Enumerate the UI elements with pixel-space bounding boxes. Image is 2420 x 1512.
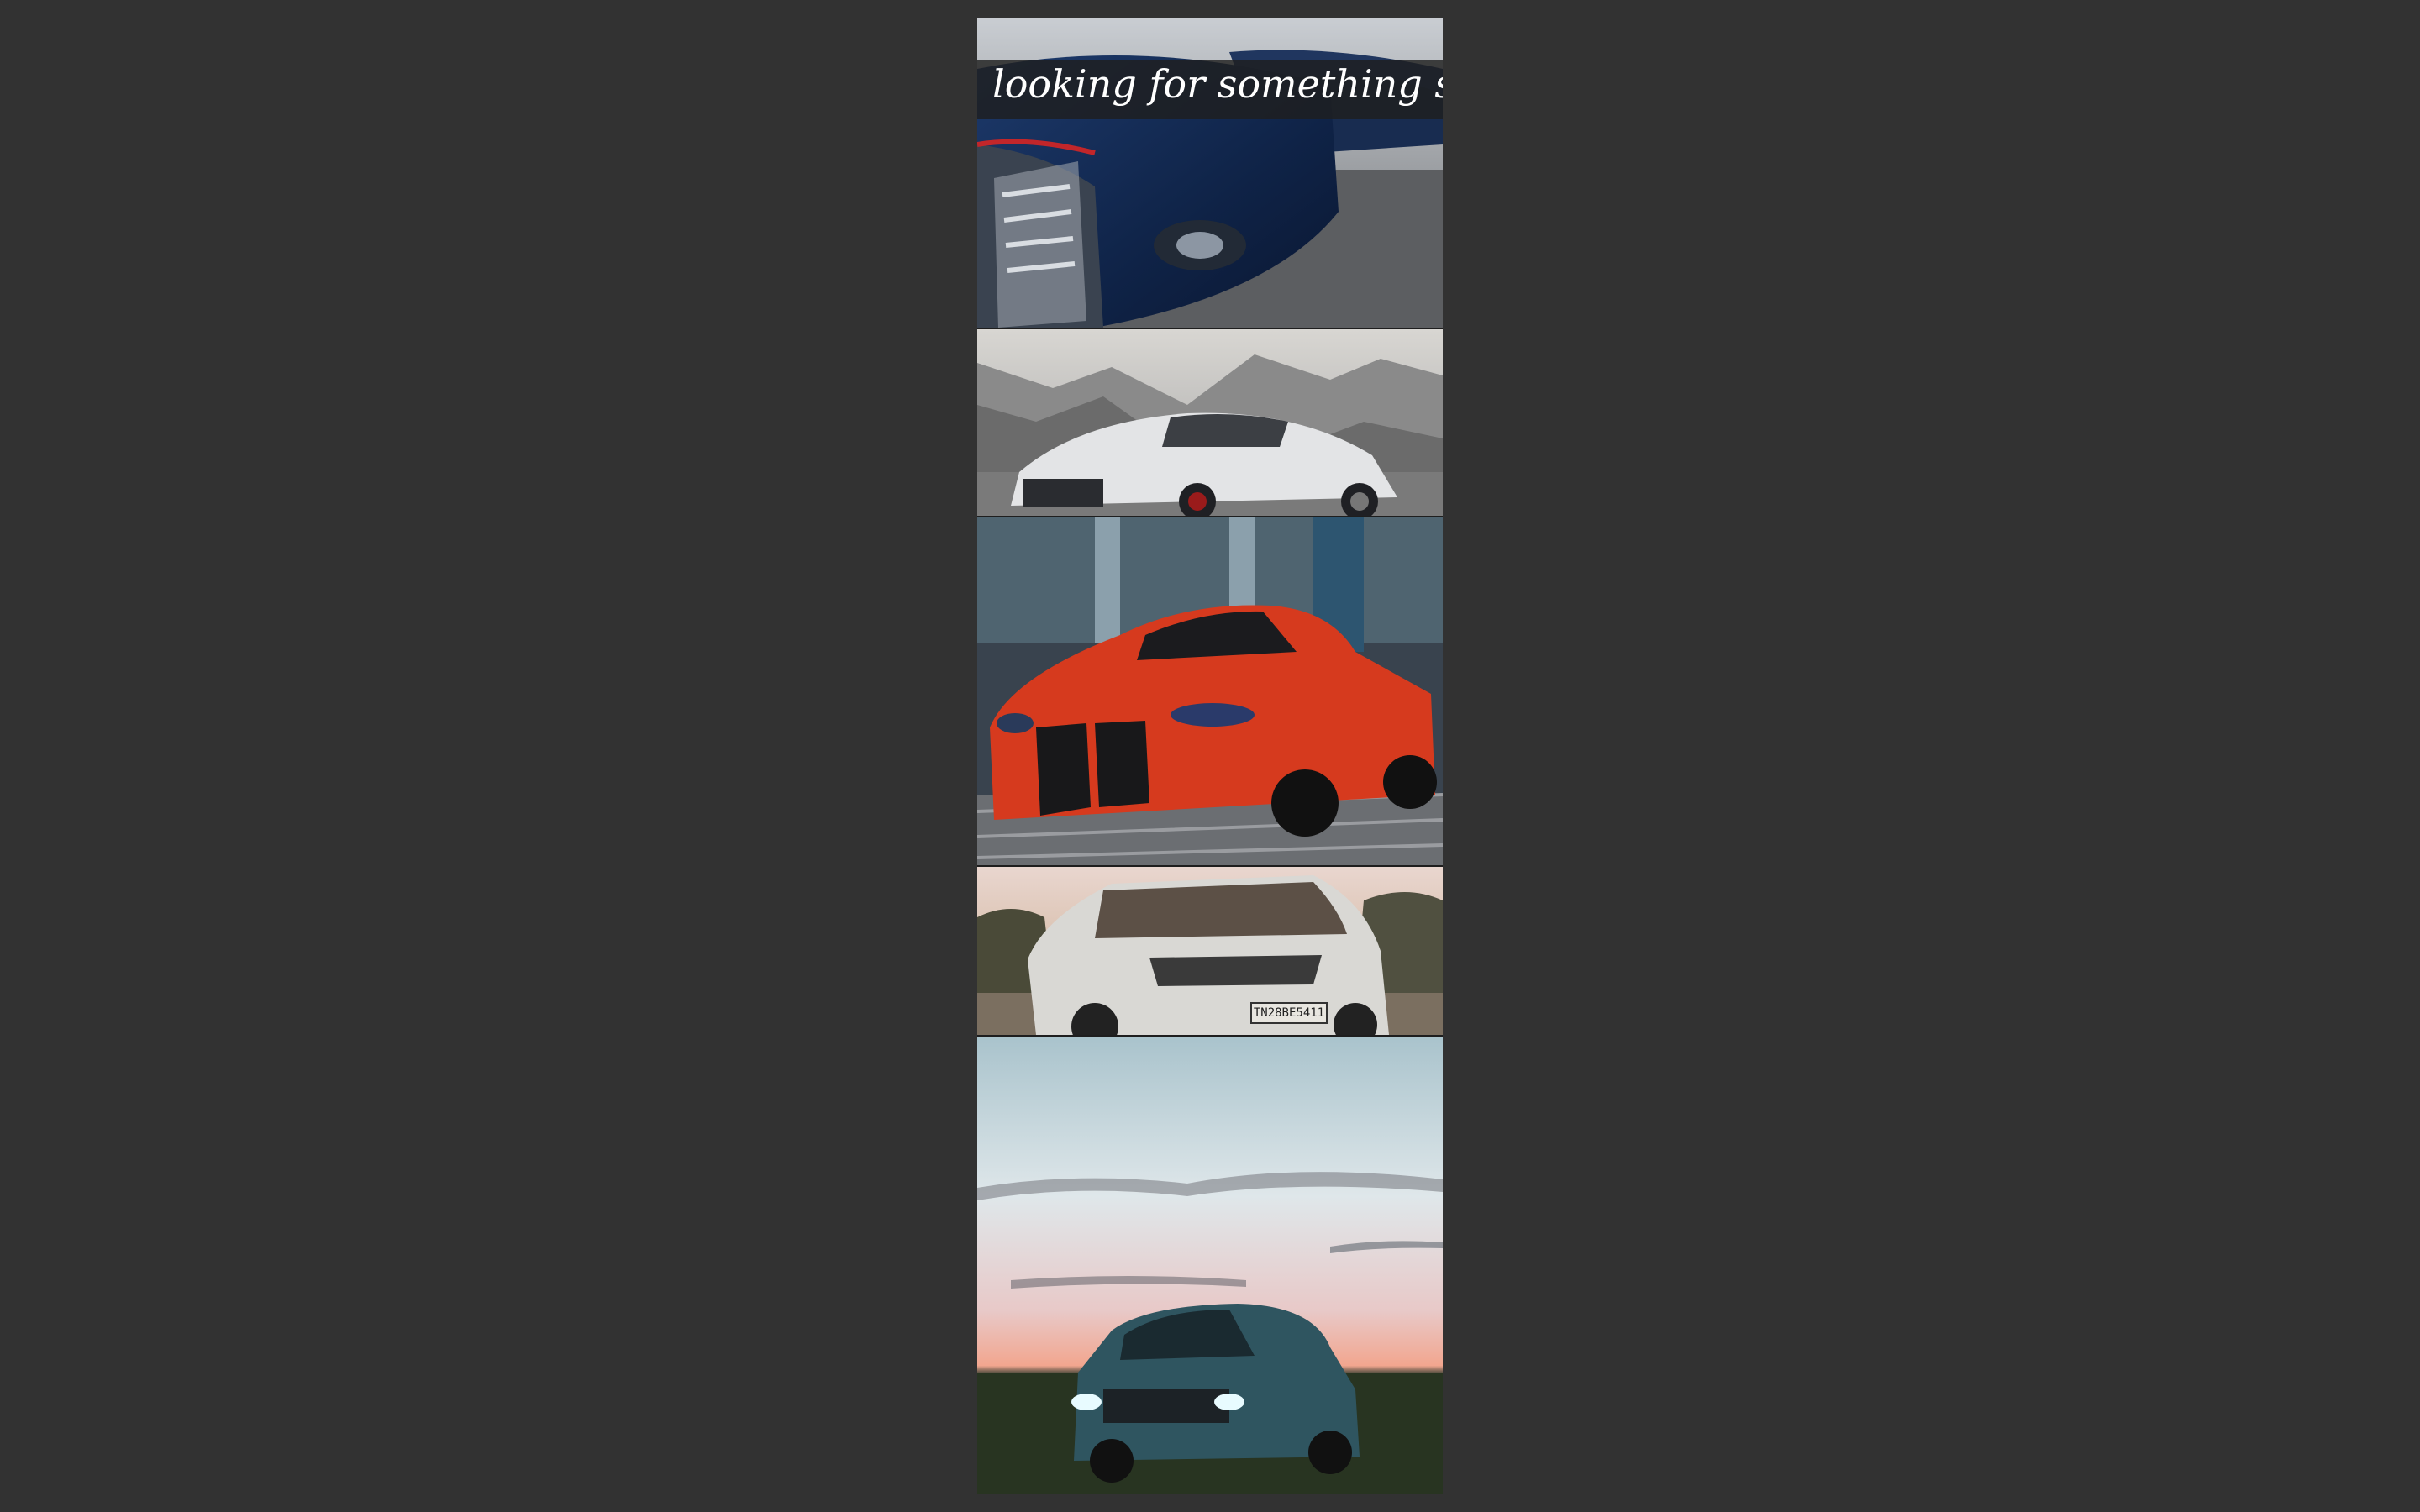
gallery-image-white-suv: TN28BE5411 bbox=[977, 867, 1443, 1035]
gallery-image-red-coupe bbox=[977, 517, 1443, 865]
headline-text: looking for something special bbox=[992, 61, 1443, 107]
license-plate: TN28BE5411 bbox=[1250, 1002, 1328, 1024]
gallery-image-teal-suv bbox=[977, 1037, 1443, 1494]
gallery-image-white-sportback bbox=[977, 329, 1443, 516]
image-gallery: TN28BE5411 looking for something bbox=[977, 18, 1443, 1494]
